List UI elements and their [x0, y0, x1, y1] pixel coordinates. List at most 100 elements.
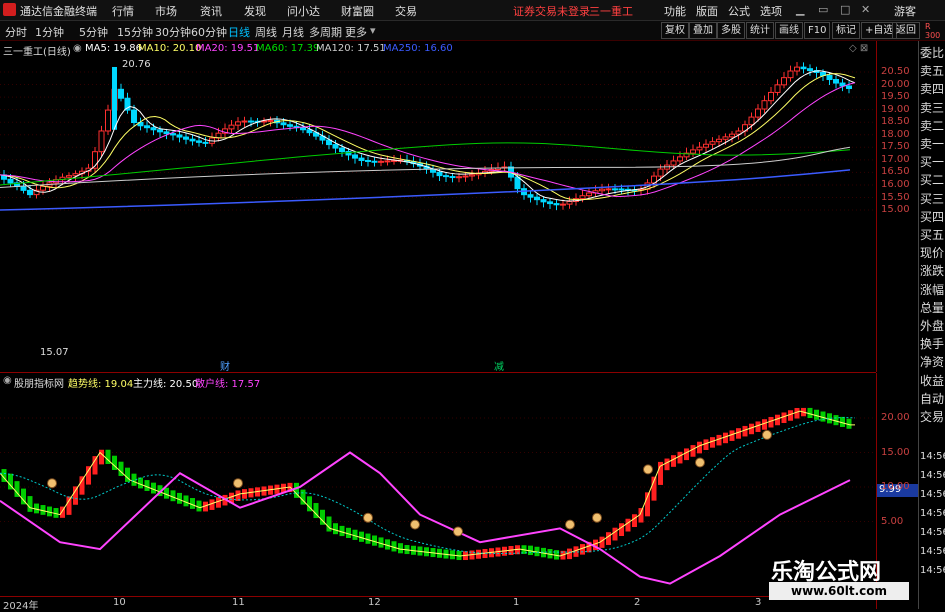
period-weekly[interactable]: 周线 [255, 24, 277, 40]
close-icon[interactable]: ✕ [861, 3, 870, 16]
time-tick: 11 [232, 597, 245, 608]
menu-item-community[interactable]: 财富圈 [341, 3, 374, 19]
candle-body [358, 157, 365, 161]
price-tick: 18.50 [881, 116, 910, 128]
stats-button[interactable]: 统计 [746, 22, 774, 39]
period-toolbar: 分时 1分钟 5分钟 15分钟 30分钟 60分钟 日线 周线 月线 多周期 更… [0, 21, 945, 41]
menu-item-trade[interactable]: 交易 [395, 3, 417, 19]
side-item[interactable]: 涨跌 [920, 262, 945, 280]
candle-body [150, 127, 157, 131]
candle-body [202, 141, 209, 144]
money-bag-icon [410, 519, 420, 530]
overlay-button[interactable]: 叠加 [689, 22, 717, 39]
period-15min[interactable]: 15分钟 [117, 24, 153, 40]
side-item[interactable]: 卖三 [920, 99, 945, 117]
candle-body [670, 160, 677, 166]
period-more[interactable]: 更多 [345, 24, 367, 40]
side-item[interactable]: 外盘 [920, 317, 945, 335]
restore-icon[interactable]: ▭ [818, 3, 828, 16]
side-item[interactable]: 买二 [920, 171, 945, 189]
side-item[interactable]: 卖四 [920, 80, 945, 98]
period-monthly[interactable]: 月线 [282, 24, 304, 40]
earnings-marker[interactable]: 财 [220, 358, 230, 373]
f10-button[interactable]: F10 [804, 22, 831, 39]
indicator-bar [66, 496, 72, 515]
money-bag-icon [762, 429, 772, 440]
candle-body [131, 109, 137, 124]
period-5min[interactable]: 5分钟 [79, 24, 108, 40]
side-item[interactable]: 买四 [920, 208, 945, 226]
candle-body [365, 159, 371, 162]
candle-body [456, 176, 462, 179]
indicator-bar [632, 514, 637, 528]
menu-item-layout[interactable]: 版面 [696, 3, 718, 19]
candle-body [157, 129, 163, 133]
side-item[interactable]: 委比 [920, 44, 945, 62]
time-tick: 1 [513, 597, 520, 608]
candle-body [469, 174, 475, 177]
indicator-bar [684, 448, 689, 461]
side-item[interactable]: 买一 [920, 153, 945, 171]
indicator-panel[interactable]: ◉ 股朋指标网 趋势线: 19.04 主力线: 20.50 散户线: 17.57 [0, 373, 876, 595]
side-item[interactable]: 自动 [920, 390, 945, 408]
side-item[interactable]: 总量 [920, 299, 945, 317]
multi-stock-button[interactable]: 多股 [717, 22, 745, 39]
period-daily[interactable]: 日线 [228, 24, 250, 40]
high-price-label: 20.76 [122, 59, 151, 70]
maximize-icon[interactable]: □ [840, 3, 850, 16]
candle-body [579, 195, 586, 200]
app-title: 通达信金融终端 [20, 5, 97, 18]
menu-item-options[interactable]: 选项 [760, 3, 782, 19]
indicator-tick: 10.00 [881, 481, 910, 492]
time-tick: 10 [113, 597, 126, 608]
side-item[interactable]: 收益 [920, 372, 945, 390]
indicator-bar [138, 477, 143, 489]
minimize-icon[interactable]: ▁ [796, 3, 804, 16]
ma5-line [0, 70, 856, 202]
side-item[interactable]: 卖一 [920, 135, 945, 153]
menu-item-discover[interactable]: 发现 [244, 3, 266, 19]
menu-item-market[interactable]: 市场 [155, 3, 177, 19]
quote-side-panel: R 300 委比 卖五 卖四 卖三 卖二 卖一 买一 买二 买三 买四 买五 现价 涨跌 涨幅 总量 外盘 换手… [918, 22, 945, 609]
candle-body [774, 84, 781, 93]
side-item[interactable]: 净资 [920, 353, 945, 371]
side-item[interactable]: 卖五 [920, 62, 945, 80]
candle-body [105, 109, 111, 132]
side-item[interactable]: 现价 [920, 244, 945, 262]
side-item[interactable]: 交易 [920, 408, 945, 426]
indicator-bar [86, 466, 91, 485]
period-1min[interactable]: 1分钟 [35, 24, 64, 40]
period-60min[interactable]: 60分钟 [191, 24, 227, 40]
candle-body [618, 188, 625, 191]
menu-item-news[interactable]: 资讯 [200, 3, 222, 19]
candle-body [781, 77, 787, 86]
adjust-button[interactable]: 复权 [661, 22, 689, 39]
more-chevron-icon[interactable]: ▾ [370, 24, 376, 37]
candle-body [586, 192, 592, 197]
side-item[interactable]: 换手 [920, 335, 945, 353]
indicator-tick: 20.00 [881, 412, 910, 423]
period-multi[interactable]: 多周期 [309, 24, 342, 40]
back-button[interactable]: 返回 [892, 22, 920, 39]
guest-label[interactable]: 游客 [894, 3, 916, 19]
indicator-bar [697, 441, 702, 454]
reduction-marker[interactable]: 减 [494, 358, 504, 373]
login-status[interactable]: 证券交易未登录 [513, 3, 590, 19]
menu-item-function[interactable]: 功能 [664, 3, 686, 19]
side-item[interactable]: 涨幅 [920, 281, 945, 299]
indicator-bar [619, 523, 624, 536]
side-item[interactable]: 买三 [920, 190, 945, 208]
period-30min[interactable]: 30分钟 [155, 24, 191, 40]
menu-item-quotes[interactable]: 行情 [112, 3, 134, 19]
menu-item-formula[interactable]: 公式 [728, 3, 750, 19]
period-intraday[interactable]: 分时 [5, 24, 27, 40]
menu-item-assistant[interactable]: 问小达 [287, 3, 320, 19]
kline-chart-panel[interactable]: 三一重工(日线) ◉ MA5: 19.86 MA10: 20.10 MA20: … [0, 41, 876, 373]
indicator-bar [73, 486, 78, 505]
candle-body [248, 120, 254, 123]
draw-line-button[interactable]: 画线 [775, 22, 803, 39]
side-item[interactable]: 买五 [920, 226, 945, 244]
side-item[interactable]: 卖二 [920, 117, 945, 135]
candle-body [729, 133, 735, 138]
mark-button[interactable]: 标记 [832, 22, 860, 39]
